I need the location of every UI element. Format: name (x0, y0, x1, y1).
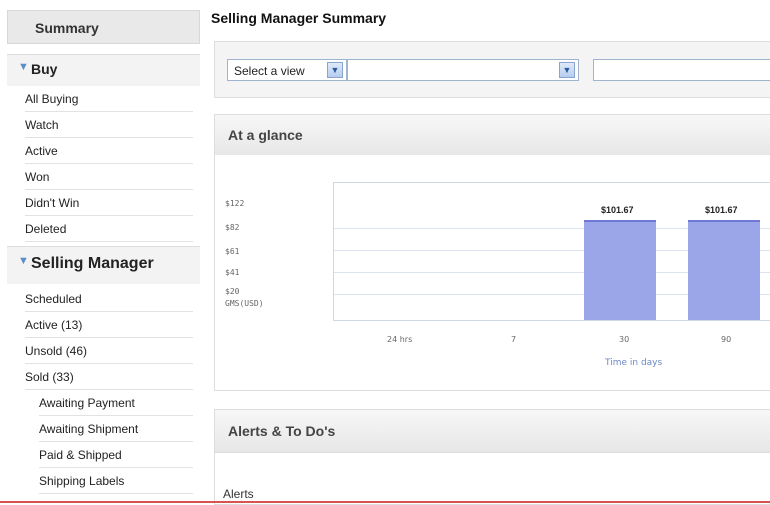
selling-manager-section-header[interactable]: ▼ Selling Manager (7, 246, 200, 284)
alerts-title: Alerts & To Do's (215, 410, 770, 452)
sidebar-item-sold[interactable]: Sold (33) (25, 364, 193, 390)
sidebar-item-didnt-win[interactable]: Didn't Win (25, 190, 193, 216)
bar-value-label: $101.67 (705, 205, 738, 215)
sidebar-item-active[interactable]: Active (25, 138, 193, 164)
y-tick-label: $20 (225, 287, 240, 296)
x-tick-label: 90 (721, 335, 732, 344)
secondary-input[interactable] (593, 59, 770, 81)
buy-section-title: Buy (31, 61, 58, 77)
sidebar-item-active-selling[interactable]: Active (13) (25, 312, 193, 338)
sidebar-item-awaiting-shipment[interactable]: Awaiting Shipment (39, 416, 193, 442)
chart-plot-area (333, 182, 770, 321)
x-axis-label: Time in days (605, 358, 663, 368)
select-view-label: Select a view (234, 64, 305, 78)
y-tick-label: $61 (225, 247, 240, 256)
sidebar-item-won[interactable]: Won (25, 164, 193, 190)
sidebar: Summary ▼ Buy All Buying Watch Active Wo… (7, 10, 200, 500)
sidebar-item-unsold[interactable]: Unsold (46) (25, 338, 193, 364)
bottom-divider-line (0, 501, 770, 503)
alerts-label: Alerts (223, 487, 254, 501)
y-tick-label: $122 (225, 199, 245, 208)
sidebar-item-all-buying[interactable]: All Buying (25, 86, 193, 112)
summary-link[interactable]: Summary (7, 10, 200, 44)
x-tick-label: 30 (619, 335, 630, 344)
select-view-dropdown[interactable]: Select a view ▼ (227, 59, 347, 81)
sidebar-item-awaiting-payment[interactable]: Awaiting Payment (39, 390, 193, 416)
view-selector-bar: Select a view ▼ ▼ (214, 41, 770, 98)
bar-value-label: $101.67 (601, 205, 634, 215)
alerts-panel: Alerts & To Do's Alerts (214, 409, 770, 505)
x-tick-label: 24 hrs (387, 335, 413, 344)
chevron-down-icon[interactable]: ▼ (559, 62, 575, 78)
sidebar-item-scheduled[interactable]: Scheduled (25, 286, 193, 312)
y-tick-label: $41 (225, 268, 240, 277)
sidebar-item-watch[interactable]: Watch (25, 112, 193, 138)
secondary-dropdown[interactable]: ▼ (347, 59, 579, 81)
at-a-glance-panel: At a glance $122 $82 $61 $41 $20 GMS(USD… (214, 114, 770, 391)
page-title: Selling Manager Summary (211, 10, 387, 26)
chart-bar (584, 220, 656, 320)
chart-bar (688, 220, 760, 320)
sidebar-item-paid-shipped[interactable]: Paid & Shipped (39, 442, 193, 468)
buy-section-header[interactable]: ▼ Buy (7, 54, 200, 86)
selling-manager-section-title: Selling Manager (31, 255, 154, 272)
at-a-glance-title: At a glance (215, 115, 770, 155)
expand-triangle-icon: ▼ (18, 255, 29, 267)
divider (215, 452, 770, 453)
chevron-down-icon[interactable]: ▼ (327, 62, 343, 78)
sidebar-item-deleted[interactable]: Deleted (25, 216, 193, 242)
y-axis-label: GMS(USD) (225, 299, 264, 308)
x-tick-label: 7 (511, 335, 517, 344)
y-tick-label: $82 (225, 223, 240, 232)
sidebar-item-shipping-labels[interactable]: Shipping Labels (39, 468, 193, 494)
expand-triangle-icon: ▼ (18, 61, 29, 73)
